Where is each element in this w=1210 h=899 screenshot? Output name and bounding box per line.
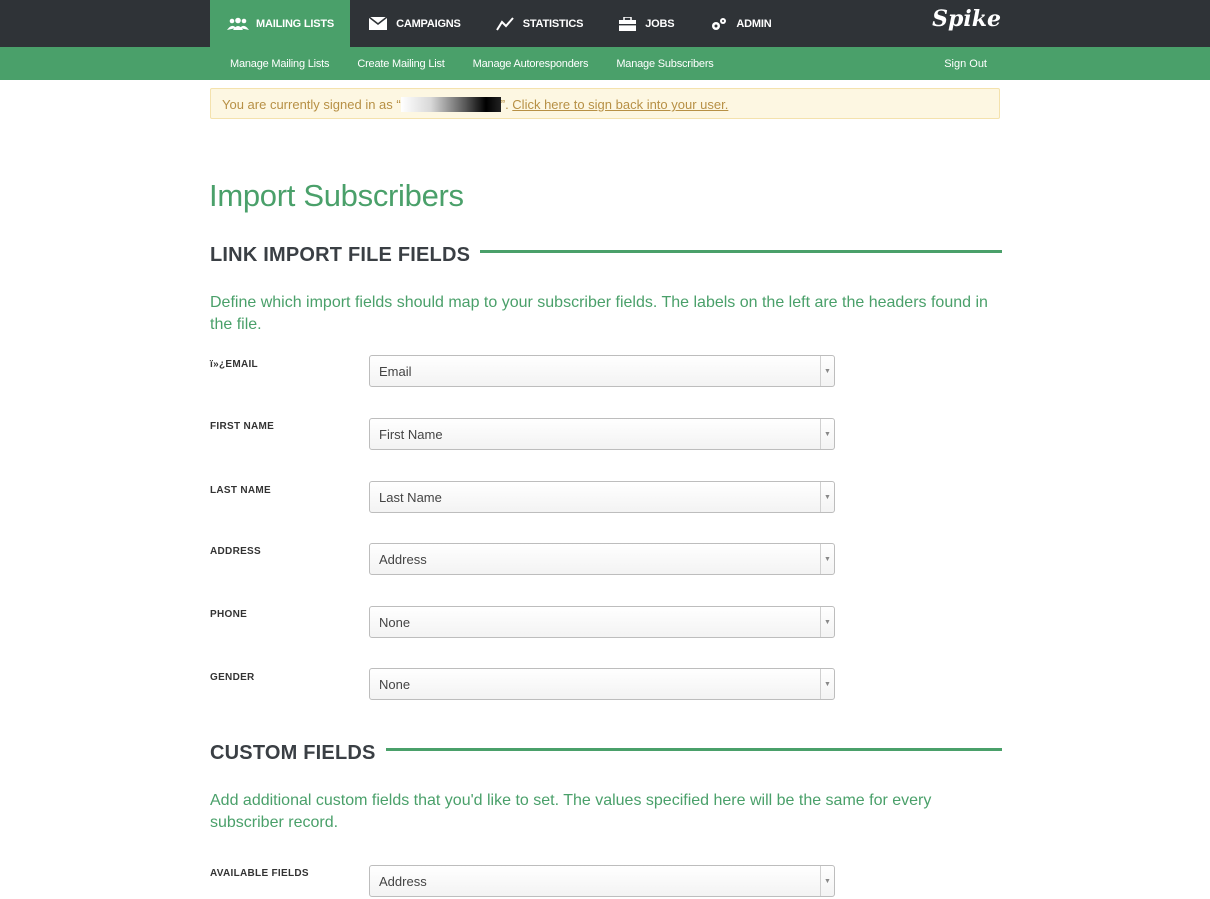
nav-label: CAMPAIGNS — [396, 17, 461, 30]
select-value: First Name — [379, 427, 443, 442]
subnav-create-mailing-list[interactable]: Create Mailing List — [347, 58, 454, 70]
field-row-first-name: FIRST NAME First Name ▼ — [210, 418, 840, 452]
chevron-down-icon: ▼ — [820, 607, 834, 637]
nav-admin[interactable]: ADMIN — [690, 0, 787, 47]
section-custom-fields: CUSTOM FIELDS — [210, 742, 1002, 772]
field-label: ï»¿EMAIL — [210, 359, 258, 370]
nav-label: JOBS — [645, 17, 675, 30]
main-nav: MAILING LISTS CAMPAIGNS STATISTICS JOBS … — [210, 0, 787, 47]
sub-navbar: Manage Mailing Lists Create Mailing List… — [0, 47, 1210, 80]
top-navbar: MAILING LISTS CAMPAIGNS STATISTICS JOBS … — [0, 0, 1210, 47]
chevron-down-icon: ▼ — [820, 356, 834, 386]
chevron-down-icon: ▼ — [820, 482, 834, 512]
chevron-down-icon: ▼ — [820, 866, 834, 896]
select-value: Email — [379, 364, 412, 379]
signed-in-alert: You are currently signed in as “ ”. Click… — [210, 88, 1000, 119]
redacted-username — [400, 97, 501, 112]
field-row-last-name: LAST NAME Last Name ▼ — [210, 481, 840, 515]
select-value: None — [379, 677, 411, 692]
nav-label: ADMIN — [736, 17, 772, 30]
email-field-select[interactable]: Email ▼ — [369, 355, 835, 387]
line-chart-icon — [493, 16, 517, 32]
nav-label: STATISTICS — [522, 17, 584, 30]
alert-prefix: You are currently signed in as “ — [222, 97, 401, 112]
field-label: PHONE — [210, 609, 248, 620]
field-row-address: ADDRESS Address ▼ — [210, 543, 840, 577]
alert-suffix: ”. — [500, 97, 513, 112]
field-label: ADDRESS — [210, 546, 261, 557]
field-label: GENDER — [210, 672, 255, 683]
users-icon — [226, 16, 250, 32]
briefcase-icon — [615, 16, 639, 32]
field-label: FIRST NAME — [210, 421, 275, 432]
section-heading: CUSTOM FIELDS — [210, 742, 386, 765]
field-row-gender: GENDER None ▼ — [210, 668, 840, 702]
nav-campaigns[interactable]: CAMPAIGNS — [350, 0, 477, 47]
subnav-manage-mailing-lists[interactable]: Manage Mailing Lists — [210, 58, 339, 70]
gears-icon — [706, 16, 730, 32]
section-description: Add additional custom fields that you'd … — [210, 792, 932, 831]
page-title: Import Subscribers — [209, 178, 464, 213]
spike-logo[interactable]: Spike — [932, 6, 1001, 32]
field-row-phone: PHONE None ▼ — [210, 606, 840, 640]
select-value: Last Name — [379, 490, 442, 505]
sign-out-link[interactable]: Sign Out — [944, 58, 987, 70]
subnav-manage-autoresponders[interactable]: Manage Autoresponders — [463, 58, 599, 70]
sub-nav: Manage Mailing Lists Create Mailing List… — [210, 47, 732, 80]
section-heading: LINK IMPORT FILE FIELDS — [210, 244, 481, 267]
chevron-down-icon: ▼ — [820, 419, 834, 449]
gender-field-select[interactable]: None ▼ — [369, 668, 835, 700]
select-value: None — [379, 615, 411, 630]
first-name-field-select[interactable]: First Name ▼ — [369, 418, 835, 450]
available-fields-select[interactable]: Address ▼ — [369, 865, 835, 897]
field-row-email: ï»¿EMAIL Email ▼ — [210, 355, 840, 389]
field-row-available-fields: AVAILABLE FIELDS Address ▼ — [210, 865, 840, 899]
nav-jobs[interactable]: JOBS — [599, 0, 690, 47]
chevron-down-icon: ▼ — [820, 669, 834, 699]
address-field-select[interactable]: Address ▼ — [369, 543, 835, 575]
envelope-icon — [366, 16, 390, 32]
select-value: Address — [379, 874, 427, 889]
section-description: Define which import fields should map to… — [210, 294, 988, 333]
section-link-import-fields: LINK IMPORT FILE FIELDS — [210, 244, 1002, 274]
nav-mailing-lists[interactable]: MAILING LISTS — [210, 0, 351, 47]
phone-field-select[interactable]: None ▼ — [369, 606, 835, 638]
field-label: LAST NAME — [210, 485, 272, 496]
nav-statistics[interactable]: STATISTICS — [477, 0, 600, 47]
select-value: Address — [379, 552, 427, 567]
field-label: AVAILABLE FIELDS — [210, 868, 309, 879]
nav-label: MAILING LISTS — [256, 17, 335, 30]
sign-back-link[interactable]: Click here to sign back into your user. — [512, 97, 728, 112]
chevron-down-icon: ▼ — [820, 544, 834, 574]
subnav-manage-subscribers[interactable]: Manage Subscribers — [606, 58, 723, 70]
last-name-field-select[interactable]: Last Name ▼ — [369, 481, 835, 513]
